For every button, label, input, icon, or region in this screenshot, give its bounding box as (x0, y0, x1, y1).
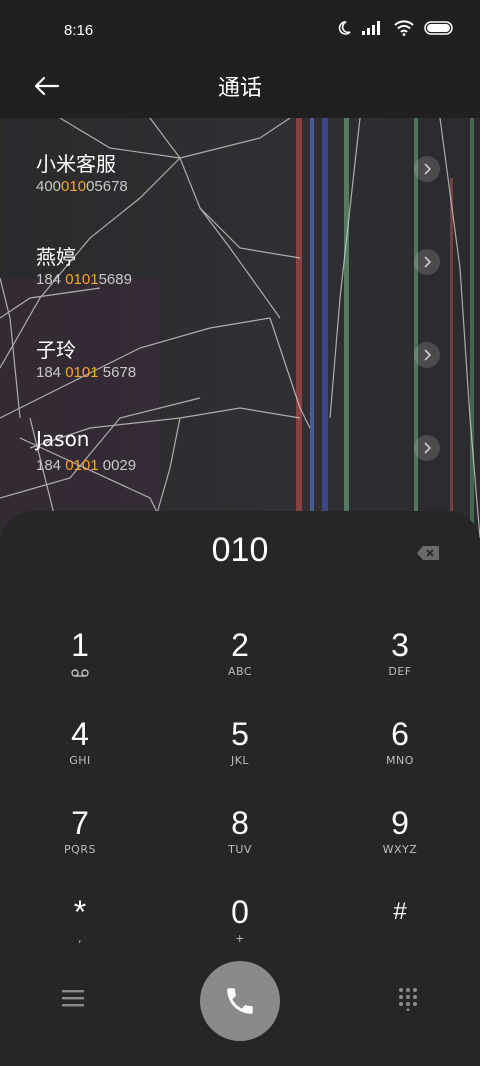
key-digit: # (393, 898, 407, 925)
dialed-number: 010 (211, 531, 269, 569)
contact-name: Jason (36, 427, 90, 451)
contact-detail-button[interactable] (414, 342, 440, 368)
contact-row[interactable]: Jason 184 0101 0029 (36, 427, 456, 511)
phone-icon (227, 988, 253, 1014)
chevron-right-icon (424, 256, 432, 268)
contact-number: 184 01015689 (36, 271, 132, 288)
key-letters: PQRS (64, 843, 96, 856)
menu-icon[interactable] (62, 989, 84, 1007)
key-digit: * (73, 894, 87, 930)
key-digit: 3 (391, 627, 409, 663)
chevron-right-icon (424, 163, 432, 175)
key-letters: , (78, 932, 82, 945)
key-hash[interactable]: # (340, 894, 460, 964)
contact-name: 子玲 (36, 338, 76, 362)
key-letters: TUV (228, 843, 252, 856)
status-icons (336, 20, 454, 36)
key-digit: 4 (71, 716, 89, 752)
contact-row[interactable]: 子玲 184 0101 5678 (36, 334, 456, 418)
call-button[interactable] (200, 961, 280, 1041)
contact-name: 燕婷 (36, 245, 76, 269)
key-letters: + (235, 932, 245, 945)
key-4[interactable]: 4 GHI (20, 716, 140, 786)
backspace-icon[interactable] (416, 545, 440, 561)
moon-icon (338, 21, 351, 35)
key-digit: 9 (391, 805, 409, 841)
key-0[interactable]: 0 + (180, 894, 300, 964)
key-5[interactable]: 5 JKL (180, 716, 300, 786)
chevron-right-icon (424, 442, 432, 454)
status-bar: 8:16 (0, 0, 480, 62)
contact-name: 小米客服 (36, 152, 116, 176)
key-letters: WXYZ (382, 843, 418, 856)
key-letters: DEF (388, 665, 412, 678)
key-letters: GHI (69, 754, 91, 767)
key-3[interactable]: 3 DEF (340, 627, 460, 697)
contact-number: 184 0101 0029 (36, 457, 137, 474)
key-1[interactable]: 1 (20, 627, 140, 697)
key-digit: 0 (231, 894, 249, 930)
key-digit: 1 (71, 627, 89, 663)
key-letters: ABC (227, 665, 253, 678)
battery-icon (424, 21, 453, 35)
key-digit: 5 (231, 716, 249, 752)
key-digit: 8 (231, 805, 249, 841)
signal-icon (362, 21, 380, 35)
contact-detail-button[interactable] (414, 435, 440, 461)
key-digit: 2 (231, 627, 249, 663)
app-header: 通话 (0, 62, 480, 118)
contact-row[interactable]: 燕婷 184 01015689 (36, 241, 456, 325)
key-2[interactable]: 2 ABC (180, 627, 300, 697)
key-7[interactable]: 7 PQRS (20, 805, 140, 875)
key-letters: JKL (230, 754, 250, 767)
dialpad-actions (0, 961, 480, 1041)
contact-row[interactable]: 小米客服 40001005678 (36, 148, 456, 232)
dialpad-panel: 010 1 2 ABC 3 DEF 4 GHI 5 JKL 6 MNO 7 PQRS 8 TU… (0, 511, 480, 1066)
key-8[interactable]: 8 TUV (180, 805, 300, 875)
page-title: 通话 (217, 76, 262, 101)
key-letters: MNO (386, 754, 414, 767)
contact-number: 184 0101 5678 (36, 364, 137, 381)
key-digit: 7 (71, 805, 89, 841)
wifi-icon (394, 20, 414, 36)
chevron-right-icon (424, 349, 432, 361)
contact-detail-button[interactable] (414, 156, 440, 182)
status-time: 8:16 (64, 22, 94, 39)
contact-number: 40001005678 (36, 178, 128, 195)
keypad-toggle-icon[interactable] (398, 987, 418, 1011)
key-9[interactable]: 9 WXYZ (340, 805, 460, 875)
voicemail-icon (71, 669, 89, 677)
key-digit: 6 (391, 716, 409, 752)
contact-results-area: 小米客服 40001005678 燕婷 184 01015689 子玲 184 … (0, 118, 480, 538)
key-star[interactable]: *, (20, 894, 140, 964)
key-6[interactable]: 6 MNO (340, 716, 460, 786)
contact-detail-button[interactable] (414, 249, 440, 275)
